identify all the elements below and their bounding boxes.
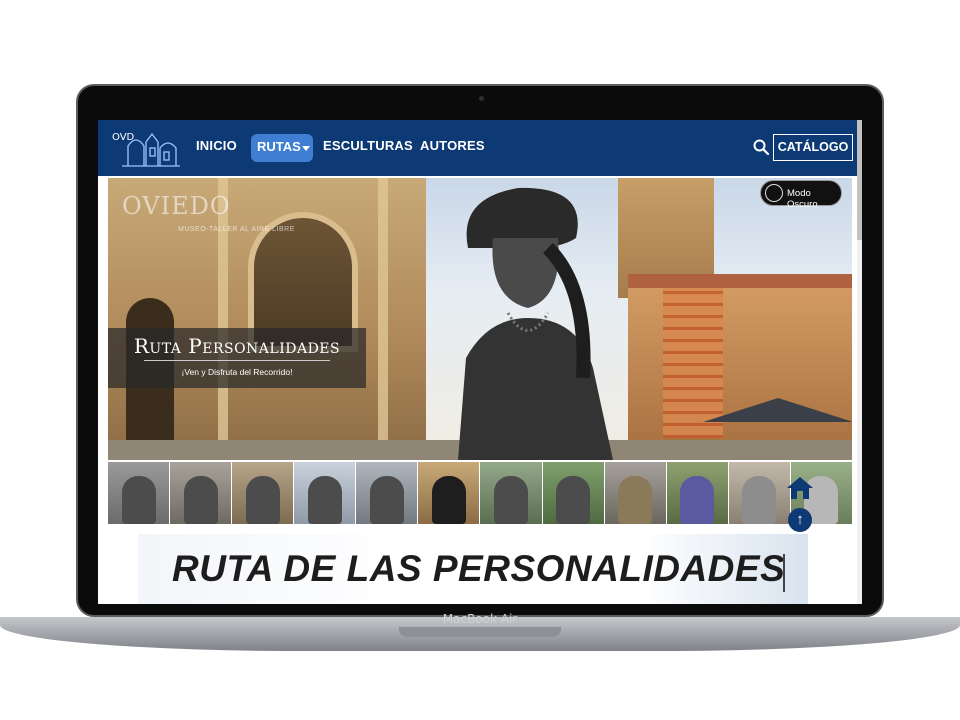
scrollbar[interactable] <box>857 120 862 604</box>
arrow-up-icon[interactable]: ↑ <box>788 508 812 532</box>
thumbnail[interactable] <box>294 462 357 524</box>
cathedral-facade <box>108 178 426 460</box>
nav-inicio[interactable]: INICIO <box>196 138 237 153</box>
browser-viewport: OVD INICIO RUTAS ESCULTURAS AUTORES CATÁ… <box>98 120 862 604</box>
thumbnail-statue <box>556 476 591 524</box>
search-icon[interactable] <box>753 139 769 155</box>
thumbnail-statue <box>307 476 342 524</box>
thumbnail[interactable] <box>728 462 791 524</box>
hero-subtitle: ¡Ven y Disfruta del Recorrido! <box>181 367 293 377</box>
thumbnail[interactable] <box>604 462 667 524</box>
thumbnail-statue <box>431 476 466 524</box>
dark-mode-icon <box>765 184 783 202</box>
thumbnail[interactable] <box>232 462 295 524</box>
scrollbar-thumb[interactable] <box>857 120 862 240</box>
dark-mode-toggle[interactable]: Modo Oscuro <box>760 180 842 210</box>
thumbnail-statue <box>742 476 777 524</box>
thumbnail[interactable] <box>542 462 605 524</box>
thumbnail-statue <box>680 476 715 524</box>
facade-pillar <box>378 178 388 460</box>
laptop-lid: OVD INICIO RUTAS ESCULTURAS AUTORES CATÁ… <box>76 84 884 617</box>
nav-autores[interactable]: AUTORES <box>420 138 485 153</box>
thumbnail-statue <box>121 476 156 524</box>
section-header: RUTA DE LAS PERSONALIDADES <box>138 534 808 604</box>
statue-image <box>458 187 613 460</box>
nav-esculturas[interactable]: ESCULTURAS <box>323 138 413 153</box>
floating-actions: ↑ <box>786 476 826 540</box>
hero-banner: OVIEDO MUSEO-TALLER AL AIRE LIBRE Modo O… <box>108 178 852 460</box>
device-label-wrap: MacBook Air <box>0 612 960 626</box>
hero-title: Ruta Personalidades <box>133 334 341 358</box>
thumbnail[interactable] <box>666 462 729 524</box>
thumbnail-statue <box>494 476 528 524</box>
thumbnail[interactable] <box>418 462 481 524</box>
thumbnail-statue <box>618 476 653 524</box>
laptop-notch <box>399 627 561 637</box>
caption-divider <box>144 360 330 361</box>
hero-caption: Ruta Personalidades ¡Ven y Disfruta del … <box>108 328 366 388</box>
scaffolding <box>663 288 723 438</box>
nav-rutas-label: RUTAS <box>257 139 301 154</box>
thumbnail-statue <box>183 476 218 524</box>
caret-down-icon <box>302 146 310 151</box>
dark-mode-label: Modo Oscuro <box>787 188 818 210</box>
nav-rutas-dropdown[interactable]: RUTAS <box>251 134 313 162</box>
facade-pillar <box>218 178 228 460</box>
top-navbar: OVD INICIO RUTAS ESCULTURAS AUTORES CATÁ… <box>98 120 862 176</box>
thumbnail-strip <box>108 462 852 524</box>
thumbnail[interactable] <box>356 462 419 524</box>
thumbnail-statue <box>245 476 280 524</box>
thumbnail[interactable] <box>108 462 171 524</box>
hero-watermark-logo: OVIEDO <box>122 192 231 220</box>
thumbnail[interactable] <box>170 462 233 524</box>
site-logo[interactable]: OVD <box>108 126 184 168</box>
hero-watermark-subtitle: MUSEO-TALLER AL AIRE LIBRE <box>178 226 295 233</box>
device-label: MacBook Air <box>442 612 518 626</box>
camera-dot <box>479 96 484 101</box>
thumbnail-statue <box>369 476 404 524</box>
text-cursor <box>783 554 785 592</box>
section-title: RUTA DE LAS PERSONALIDADES <box>172 548 786 589</box>
catalog-button[interactable]: CATÁLOGO <box>773 134 853 161</box>
building <box>628 288 852 460</box>
home-icon[interactable] <box>786 476 814 500</box>
thumbnail[interactable] <box>480 462 543 524</box>
